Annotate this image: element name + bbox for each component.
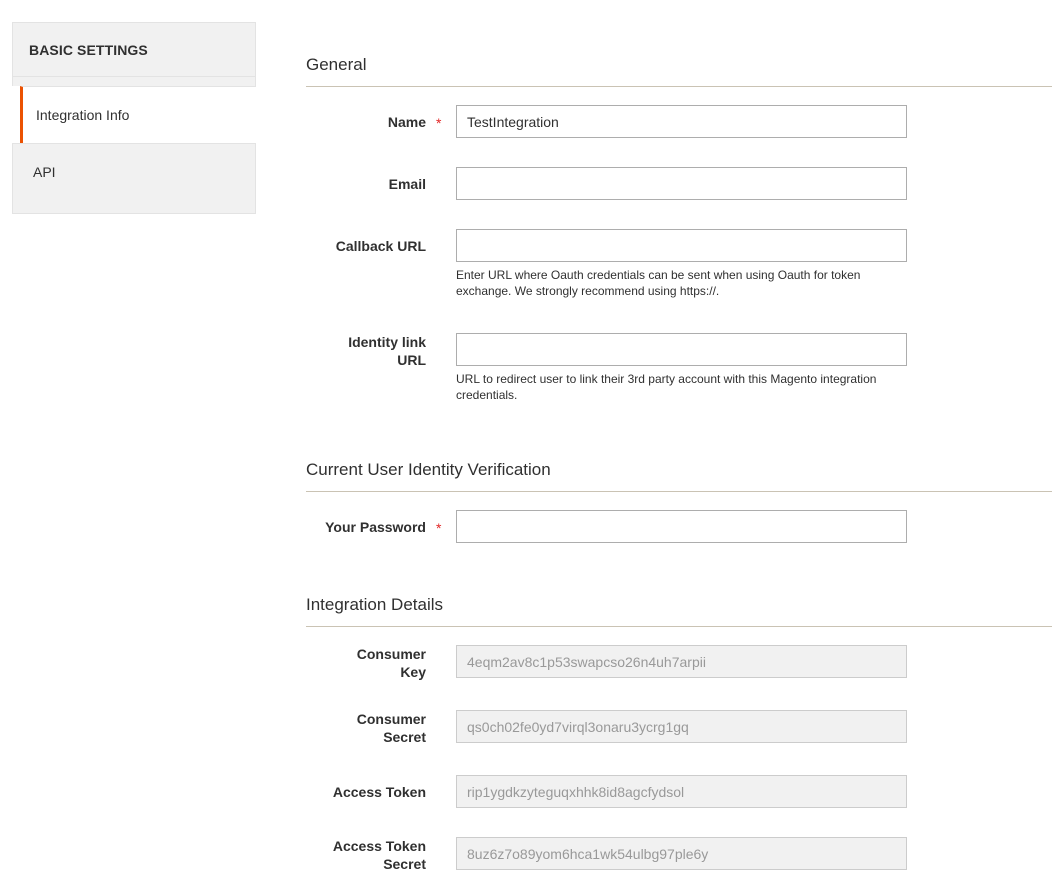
label-line: Secret <box>383 729 426 745</box>
email-input[interactable] <box>456 167 907 200</box>
access-token-secret-label: Access Token Secret <box>316 837 426 873</box>
sidebar-item-api[interactable]: API <box>12 143 256 214</box>
label-line: Consumer <box>356 711 426 727</box>
email-label: Email <box>388 176 426 192</box>
label-line: Identity link <box>348 334 426 350</box>
label-line: Access Token <box>332 838 426 854</box>
sidebar-divider <box>12 76 256 86</box>
access-token-input[interactable] <box>456 775 907 808</box>
identity-link-url-input[interactable] <box>456 333 907 366</box>
sidebar-header: BASIC SETTINGS <box>12 22 256 76</box>
consumer-key-input[interactable] <box>456 645 907 678</box>
section-title-general: General <box>306 55 1052 87</box>
required-marker: * <box>436 115 442 131</box>
section-title-details: Integration Details <box>306 595 1052 627</box>
label-line: Key <box>400 664 426 680</box>
consumer-secret-label: Consumer Secret <box>316 710 426 746</box>
password-input[interactable] <box>456 510 907 543</box>
access-token-secret-input[interactable] <box>456 837 907 870</box>
sidebar-item-label: API <box>33 164 56 180</box>
identity-link-url-label: Identity link URL <box>316 333 426 369</box>
callback-url-input[interactable] <box>456 229 907 262</box>
label-line: Consumer <box>356 646 426 662</box>
consumer-secret-input[interactable] <box>456 710 907 743</box>
sidebar-nav: BASIC SETTINGS Integration Info API <box>12 22 256 214</box>
label-line: Secret <box>383 856 426 872</box>
callback-url-note: Enter URL where Oauth credentials can be… <box>456 268 861 298</box>
sidebar-item-label: Integration Info <box>36 107 130 123</box>
label-line: URL <box>397 352 426 368</box>
consumer-key-label: Consumer Key <box>316 645 426 681</box>
name-label: Name <box>387 114 426 130</box>
section-title-verification: Current User Identity Verification <box>306 460 1052 492</box>
password-label: Your Password <box>325 519 426 535</box>
callback-url-label: Callback URL <box>335 238 426 254</box>
name-input[interactable] <box>456 105 907 138</box>
access-token-label: Access Token <box>332 784 426 800</box>
identity-link-url-note: URL to redirect user to link their 3rd p… <box>456 372 877 402</box>
sidebar-item-integration-info[interactable]: Integration Info <box>20 86 256 143</box>
required-marker: * <box>436 520 442 536</box>
